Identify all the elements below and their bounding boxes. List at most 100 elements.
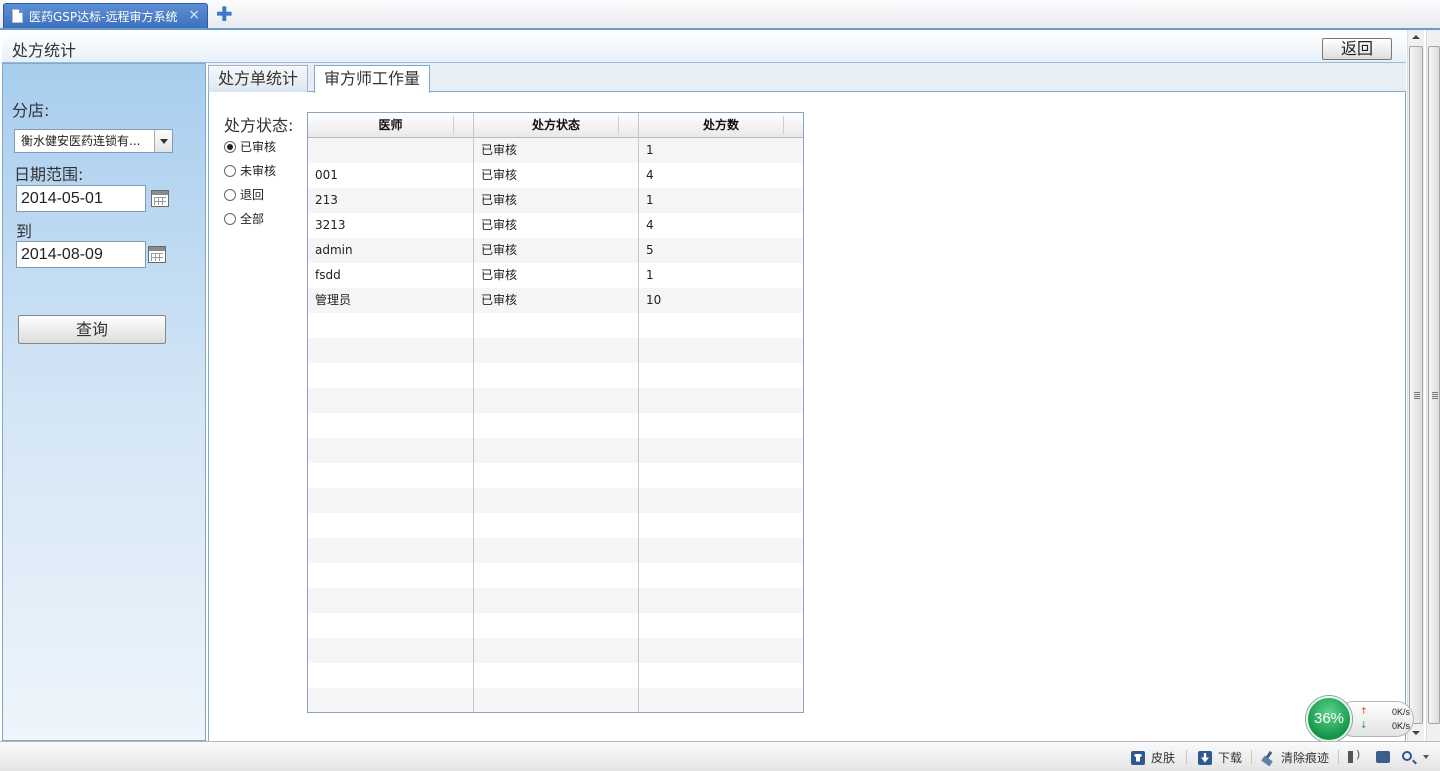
skin-button[interactable]: 皮肤 [1131, 749, 1175, 766]
table-row[interactable]: 3213 已审核 4 [308, 213, 803, 238]
zoom-icon[interactable] [1402, 751, 1412, 761]
broom-icon [1261, 751, 1275, 765]
status-cell [474, 438, 639, 463]
grid-body: 已审核 1 001 已审核 4 213 已审核 1 3213 已审核 4 admin 已审核 5 fsdd 已… [308, 138, 803, 712]
table-row[interactable]: fsdd 已审核 1 [308, 263, 803, 288]
radio-icon [224, 188, 236, 201]
status-cell: 已审核 [474, 163, 639, 188]
doctor-cell [308, 463, 474, 488]
count-cell [639, 538, 803, 563]
empty-table-row [308, 513, 803, 538]
table-row[interactable]: 001 已审核 4 [308, 163, 803, 188]
new-tab-plus-icon[interactable]: ✚ [216, 4, 234, 24]
workload-grid: 医师 处方状态 处方数 已审核 1 001 已审核 4 213 已审核 1 3213 已审核 4 ad… [307, 112, 804, 713]
doctor-cell: 001 [308, 163, 474, 188]
query-button[interactable]: 查询 [18, 315, 166, 344]
shirt-icon [1131, 750, 1145, 765]
browser-tab[interactable]: 医药GSP达标-远程审方系统 × [3, 3, 208, 28]
back-button[interactable]: 返回 [1322, 38, 1392, 60]
count-cell [639, 663, 803, 688]
count-cell [639, 613, 803, 638]
status-cell: 已审核 [474, 188, 639, 213]
clear-traces-button[interactable]: 清除痕迹 [1261, 749, 1329, 766]
doctor-cell [308, 688, 474, 712]
status-cell: 已审核 [474, 138, 639, 163]
empty-table-row [308, 613, 803, 638]
doctor-cell [308, 488, 474, 513]
clear-traces-label: 清除痕迹 [1281, 751, 1330, 765]
dropdown-arrow-icon[interactable] [154, 130, 172, 152]
table-row[interactable]: admin 已审核 5 [308, 238, 803, 263]
store-select[interactable]: 衡水健安医药连锁有... [14, 129, 173, 153]
empty-table-row [308, 588, 803, 613]
chevron-down-icon[interactable] [1423, 755, 1429, 759]
main-content: 处方单统计 审方师工作量 处方状态: 已审核 未审核 退回 全部 医师 处方状态… [208, 63, 1406, 741]
store-label: 分店: [12, 101, 50, 120]
empty-table-row [308, 363, 803, 388]
empty-table-row [308, 313, 803, 338]
doctor-cell [308, 438, 474, 463]
status-cell [474, 338, 639, 363]
radio-all[interactable]: 全部 [224, 210, 264, 227]
empty-table-row [308, 638, 803, 663]
empty-table-row [308, 438, 803, 463]
empty-table-row [308, 663, 803, 688]
doctor-cell [308, 338, 474, 363]
download-arrow-icon: ↓ [1360, 721, 1368, 731]
status-cell: 已审核 [474, 263, 639, 288]
date-to-input[interactable]: 2014-08-09 [16, 241, 146, 268]
empty-table-row [308, 413, 803, 438]
vertical-scrollbar[interactable] [1407, 30, 1424, 741]
download-button[interactable]: 下载 [1198, 749, 1242, 766]
scroll-up-icon[interactable] [1408, 30, 1424, 45]
table-row[interactable]: 已审核 1 [308, 138, 803, 163]
outer-vertical-scrollbar[interactable] [1426, 30, 1440, 741]
date-from-input[interactable]: 2014-05-01 [16, 185, 146, 212]
status-cell [474, 638, 639, 663]
column-header-doctor[interactable]: 医师 [308, 113, 474, 138]
device-icon[interactable] [1376, 751, 1390, 763]
count-cell [639, 513, 803, 538]
divider [1338, 750, 1339, 764]
empty-table-row [308, 563, 803, 588]
count-cell [639, 363, 803, 388]
page-header: 处方统计 返回 [2, 32, 1406, 63]
grid-header: 医师 处方状态 处方数 [308, 113, 803, 138]
radio-approved[interactable]: 已审核 [224, 138, 276, 155]
doctor-cell: fsdd [308, 263, 474, 288]
store-select-value: 衡水健安医药连锁有... [21, 134, 141, 148]
radio-pending[interactable]: 未审核 [224, 162, 276, 179]
speaker-icon[interactable] [1348, 748, 1362, 763]
radio-label: 已审核 [240, 140, 277, 154]
tab-pharmacist-workload[interactable]: 审方师工作量 [314, 65, 431, 93]
doctor-cell [308, 588, 474, 613]
status-cell [474, 563, 639, 588]
count-cell [639, 638, 803, 663]
table-row[interactable]: 管理员 已审核 10 [308, 288, 803, 313]
filter-sidebar: 分店: 衡水健安医药连锁有... 日期范围: 2014-05-01 到 2014… [2, 63, 206, 741]
scroll-thumb[interactable] [1428, 46, 1440, 724]
table-row[interactable]: 213 已审核 1 [308, 188, 803, 213]
status-cell [474, 538, 639, 563]
status-cell [474, 313, 639, 338]
page-title: 处方统计 [12, 41, 77, 60]
divider [1251, 750, 1252, 764]
status-cell [474, 388, 639, 413]
skin-label: 皮肤 [1151, 751, 1176, 765]
doctor-cell [308, 363, 474, 388]
close-icon[interactable]: × [188, 7, 200, 23]
doctor-cell: 管理员 [308, 288, 474, 313]
count-cell [639, 338, 803, 363]
status-cell [474, 613, 639, 638]
calendar-icon[interactable] [148, 246, 166, 263]
scroll-thumb[interactable] [1409, 46, 1423, 724]
calendar-icon[interactable] [151, 190, 169, 207]
tab-prescription-stats[interactable]: 处方单统计 [208, 65, 309, 92]
column-header-status[interactable]: 处方状态 [474, 113, 639, 138]
workload-panel: 处方状态: 已审核 未审核 退回 全部 医师 处方状态 处方数 已审核 1 001 已… [208, 92, 1406, 741]
radio-returned[interactable]: 退回 [224, 186, 264, 203]
count-cell: 4 [646, 168, 654, 182]
column-header-count[interactable]: 处方数 [639, 113, 803, 138]
empty-table-row [308, 463, 803, 488]
network-speed-widget[interactable]: 36% ↑ 0K/s ↓ 0K/s [1306, 696, 1414, 742]
